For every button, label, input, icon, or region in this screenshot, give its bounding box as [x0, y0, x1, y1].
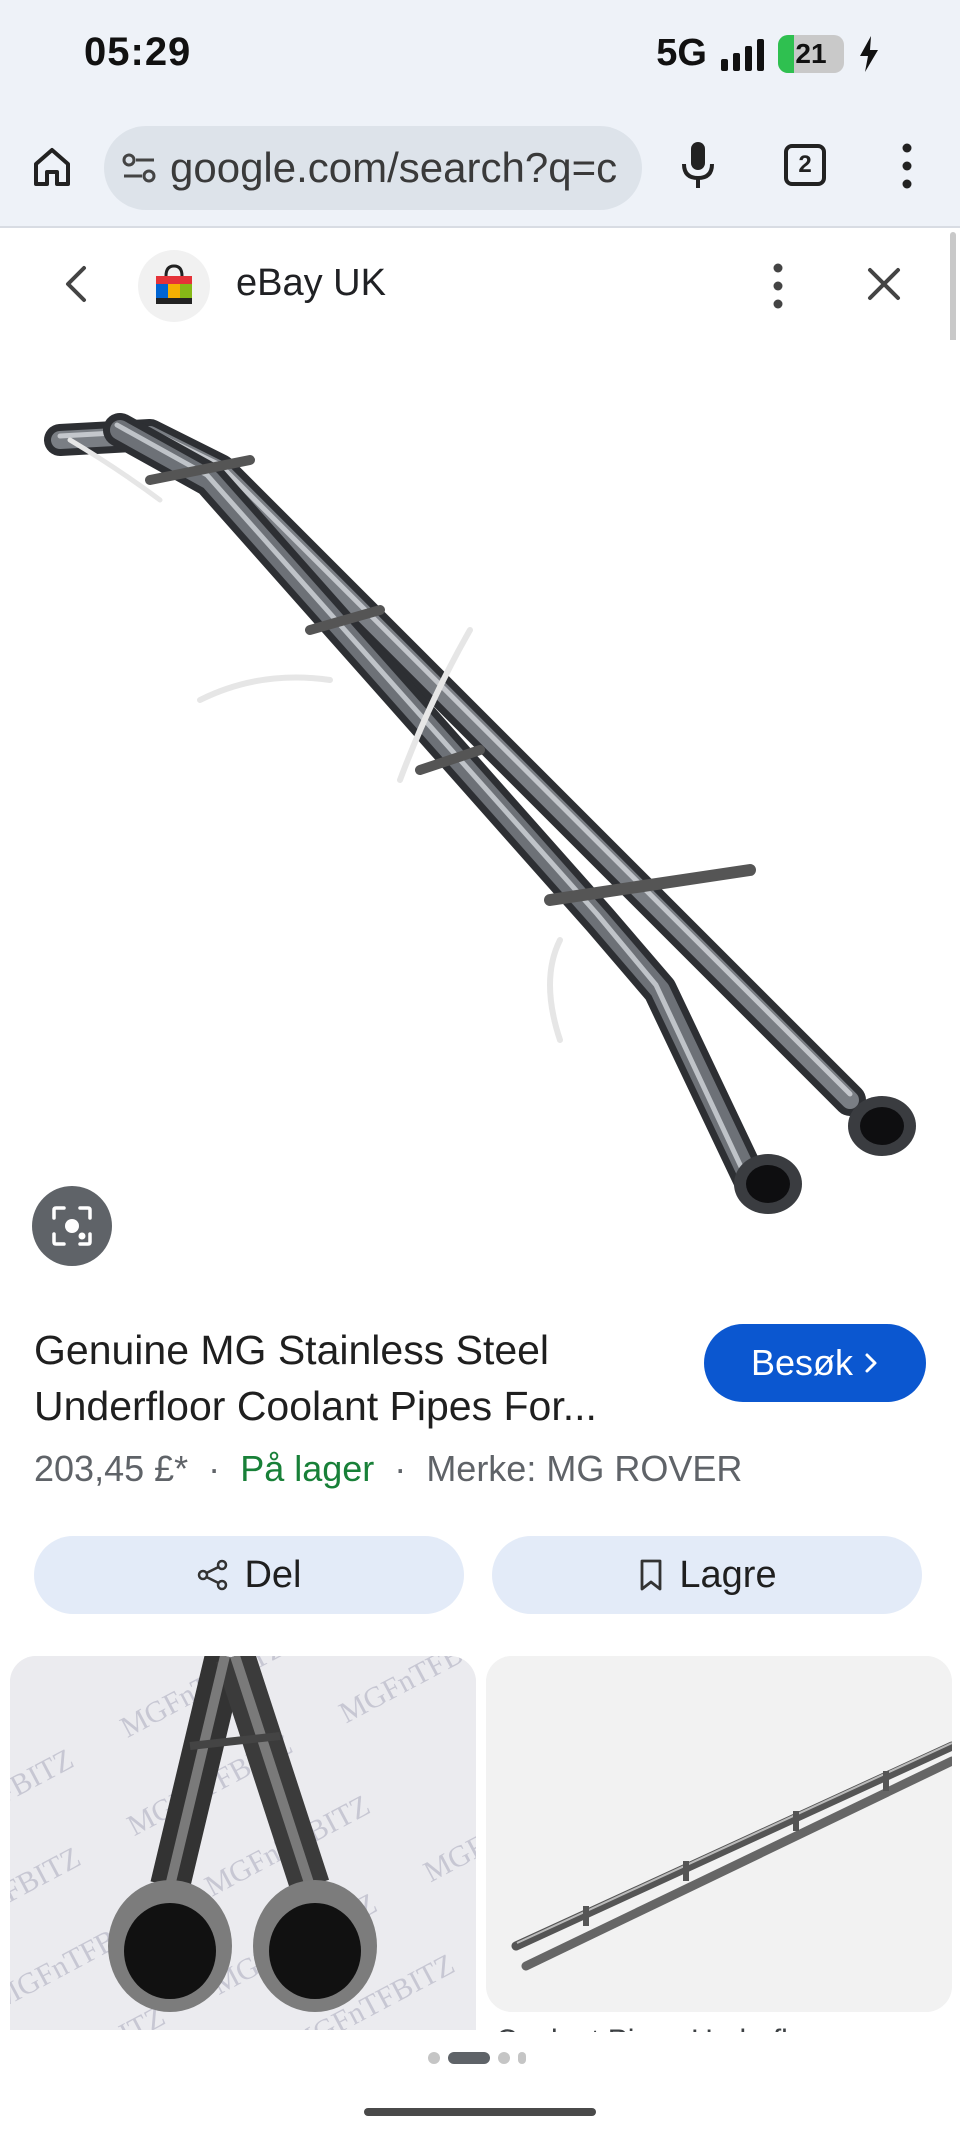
pager-dot[interactable] — [498, 2052, 510, 2064]
separator: · — [394, 1448, 407, 1489]
gesture-handle[interactable] — [364, 2108, 596, 2116]
more-vert-icon[interactable] — [762, 258, 794, 314]
charging-icon — [860, 35, 878, 72]
status-time: 05:29 — [84, 30, 192, 74]
status-indicators: 5G 21 — [656, 32, 880, 75]
visit-button[interactable]: Besøk — [704, 1324, 926, 1402]
chevron-right-icon — [865, 1353, 877, 1373]
tune-icon[interactable] — [120, 149, 158, 187]
visit-button-label: Besøk — [750, 1342, 854, 1383]
pager-dot[interactable] — [428, 2052, 440, 2064]
result-sheet-header: eBay UK — [0, 230, 960, 340]
share-icon — [198, 1559, 228, 1591]
stock-status: På lager — [240, 1448, 375, 1489]
product-brand: Merke: MG ROVER — [426, 1448, 743, 1489]
url-text[interactable]: google.com/search?q=c — [170, 144, 617, 192]
save-button-label: Lagre — [679, 1553, 777, 1596]
signal-icon — [721, 37, 764, 71]
image-pager[interactable] — [428, 2052, 526, 2064]
lens-icon[interactable] — [32, 1186, 112, 1266]
network-label: 5G — [656, 32, 707, 74]
close-icon[interactable] — [864, 264, 904, 304]
share-button[interactable]: Del — [34, 1536, 464, 1614]
save-button[interactable]: Lagre — [492, 1536, 922, 1614]
address-bar[interactable]: google.com/search?q=c — [104, 126, 642, 210]
share-button-label: Del — [244, 1553, 302, 1596]
browser-toolbar: google.com/search?q=c 2 — [0, 110, 960, 228]
home-icon[interactable] — [30, 144, 74, 188]
pager-dot-active[interactable] — [448, 2052, 490, 2064]
related-image[interactable] — [486, 1656, 952, 2012]
battery-level: 21 — [795, 37, 827, 69]
product-meta: 203,45 £* · På lager · Merke: MG ROVER — [34, 1448, 742, 1490]
battery-icon: 21 — [778, 34, 844, 73]
product-price: 203,45 £* — [34, 1448, 189, 1489]
separator: · — [208, 1448, 221, 1489]
pager-dot[interactable] — [518, 2052, 526, 2064]
product-image[interactable] — [0, 340, 960, 1280]
back-icon[interactable] — [58, 262, 94, 306]
status-bar: 05:29 5G 21 — [0, 0, 960, 110]
related-image[interactable]: MGFnTFBITZ MGFnTFBITZ MGFnTFBITZ MGFnTFB… — [10, 1656, 476, 2030]
ebay-bag-icon — [138, 250, 210, 322]
product-title[interactable]: Genuine MG Stainless Steel Underfloor Co… — [34, 1322, 674, 1434]
bookmark-icon — [640, 1559, 662, 1591]
related-caption: Coolant Pipes Underfloor — [496, 2024, 831, 2032]
more-vert-icon[interactable] — [892, 138, 922, 194]
mic-icon[interactable] — [678, 140, 718, 192]
tabs-button[interactable]: 2 — [784, 144, 826, 186]
site-name[interactable]: eBay UK — [236, 262, 386, 305]
